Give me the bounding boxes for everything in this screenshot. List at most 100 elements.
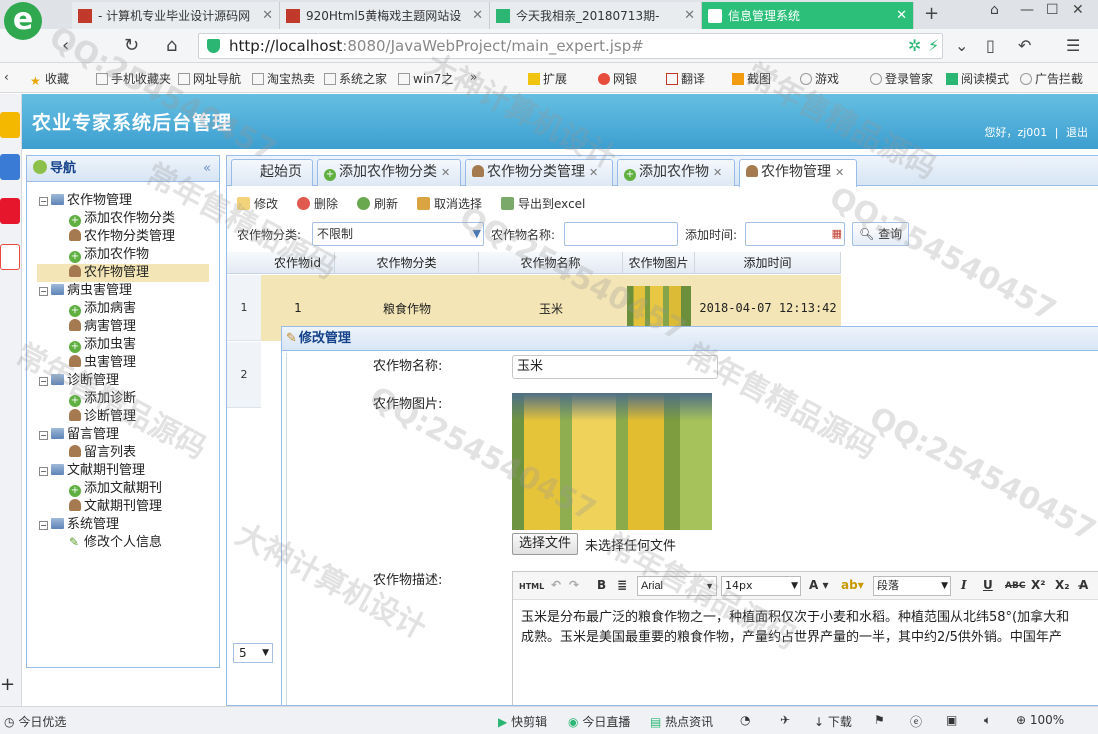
close-icon[interactable]: ✕ <box>835 166 844 179</box>
add-icon[interactable]: + <box>0 674 20 700</box>
tree-item-disease-manage[interactable]: 病害管理 <box>27 318 219 336</box>
phone-icon[interactable]: ▯ <box>986 36 995 55</box>
tree-group-literature[interactable]: − 文献期刊管理 <box>27 462 219 480</box>
live-button[interactable]: ◉ 今日直播 <box>568 713 630 730</box>
zoom-control[interactable]: ⊕ 100% <box>1016 713 1064 727</box>
speed-icon[interactable]: ◔ <box>740 713 750 727</box>
redo-icon[interactable]: ↷ <box>569 578 579 592</box>
font-size-select[interactable]: 14px ▼ <box>721 576 801 596</box>
close-icon[interactable]: ✕ <box>713 166 722 179</box>
weibo-icon[interactable] <box>0 198 20 224</box>
column-header-name[interactable]: 农作物名称 <box>479 252 623 274</box>
undo-icon[interactable]: ↶ <box>1018 36 1031 55</box>
minimize-icon[interactable]: — <box>1020 2 1034 18</box>
html-source-button[interactable]: HTML <box>519 582 544 591</box>
page-size-select[interactable]: 5 ▼ <box>233 643 273 663</box>
expander-icon[interactable]: − <box>39 431 48 440</box>
list-icon[interactable] <box>0 154 20 180</box>
collapse-panel-icon[interactable]: « <box>203 156 211 181</box>
favorites-item[interactable]: 网银 <box>598 70 637 87</box>
crop-name-input[interactable]: 玉米 <box>512 355 718 379</box>
close-icon[interactable]: ✕ <box>441 166 450 179</box>
rich-text-editor[interactable]: HTML ↶ ↷ B ≣ Arial ▼ 14px ▼ A ▾ ab▾ 段落 ▼ I … <box>512 571 1098 705</box>
star-icon[interactable] <box>0 112 20 138</box>
favorites-item[interactable]: win7之 <box>398 70 453 87</box>
favorites-item[interactable]: 淘宝热卖 <box>252 70 315 87</box>
delete-button[interactable]: 删除 <box>297 195 338 212</box>
volume-icon[interactable]: 🔈︎ <box>984 713 991 728</box>
favorites-item[interactable]: 游戏 <box>800 70 839 87</box>
new-tab-icon[interactable]: + <box>924 3 939 24</box>
tree-group-diagnosis[interactable]: − 诊断管理 <box>27 372 219 390</box>
back-icon[interactable]: ‹ <box>62 35 69 56</box>
browser-tab-1[interactable]: - 计算机专业毕业设计源码网 ✕ <box>72 2 280 29</box>
favorites-item[interactable]: ★ 收藏 <box>30 70 69 88</box>
clear-format-icon[interactable]: A̶ <box>1079 578 1088 592</box>
tab-add-crop-category[interactable]: + 添加农作物分类 ✕ <box>317 159 461 186</box>
tree-item-insect-manage[interactable]: 虫害管理 <box>27 354 219 372</box>
chevron-down-icon[interactable]: ⌄ <box>955 36 968 55</box>
speed-icon[interactable]: ✲ <box>908 36 921 55</box>
tree-item-add-crop[interactable]: + 添加农作物 <box>27 246 219 264</box>
search-button[interactable]: 🔍︎ 查询 <box>852 222 910 246</box>
favorites-item[interactable]: 系统之家 <box>324 70 387 87</box>
mail-icon[interactable] <box>0 244 20 270</box>
tree-group-pest[interactable]: − 病虫害管理 <box>27 282 219 300</box>
expander-icon[interactable]: − <box>39 521 48 530</box>
tree-item-crop-category-manage[interactable]: 农作物分类管理 <box>27 228 219 246</box>
unselect-button[interactable]: 取消选择 <box>417 195 482 212</box>
favorites-item[interactable]: 阅读模式 <box>946 70 1009 87</box>
column-header-image[interactable]: 农作物图片 <box>623 252 695 274</box>
browser-tab-3[interactable]: 今天我相亲_20180713期- ✕ <box>490 2 702 29</box>
browser-tab-2[interactable]: 920Html5黄梅戏主题网站设 ✕ <box>280 2 490 29</box>
menu-icon[interactable]: ☰ <box>1066 36 1080 55</box>
favorites-item[interactable]: 登录管家 <box>870 70 933 87</box>
font-color-button[interactable]: A ▾ <box>809 578 829 592</box>
home-icon[interactable]: ⌂ <box>166 35 177 56</box>
tab-crop-category-manage[interactable]: 农作物分类管理 ✕ <box>465 159 613 186</box>
name-search-input[interactable] <box>564 222 678 246</box>
undo-icon[interactable]: ↶ <box>551 578 561 592</box>
tree-item-diagnosis-manage[interactable]: 诊断管理 <box>27 408 219 426</box>
column-header-time[interactable]: 添加时间 <box>695 252 841 274</box>
export-excel-button[interactable]: 导出到excel <box>501 195 585 212</box>
flag-icon[interactable]: ⚑ <box>874 713 885 727</box>
expander-icon[interactable]: − <box>39 287 48 296</box>
tree-item-add-disease[interactable]: + 添加病害 <box>27 300 219 318</box>
subscript-button[interactable]: X₂ <box>1055 578 1070 592</box>
calendar-icon[interactable]: ▦ <box>832 223 842 245</box>
today-picks-button[interactable]: ◷ 今日优选 <box>4 713 66 730</box>
edit-button[interactable]: 修改 <box>237 195 278 212</box>
bold-button[interactable]: B <box>597 578 606 592</box>
time-date-input[interactable]: ▦ <box>745 222 845 246</box>
ie-icon[interactable]: ⓔ <box>910 713 922 730</box>
favorites-item[interactable]: 手机收藏夹 <box>96 70 171 87</box>
tree-item-crop-manage[interactable]: 农作物管理 <box>37 264 209 282</box>
expander-icon[interactable]: − <box>39 197 48 206</box>
tree-item-add-crop-category[interactable]: + 添加农作物分类 <box>27 210 219 228</box>
favorites-scroll-left-icon[interactable]: ‹ <box>4 70 9 84</box>
choose-file-button[interactable]: 选择文件 <box>512 533 579 555</box>
close-icon[interactable]: ✕ <box>896 8 907 23</box>
refresh-button[interactable]: 刷新 <box>357 195 398 212</box>
close-icon[interactable]: ✕ <box>684 8 695 23</box>
category-select[interactable]: 不限制 ▼ <box>312 222 484 246</box>
tree-item-literature-manage[interactable]: 文献期刊管理 <box>27 498 219 516</box>
tab-home[interactable]: 起始页 <box>231 159 313 186</box>
window-icon[interactable]: ▣ <box>946 713 957 727</box>
pin-icon[interactable]: ✈ <box>780 713 790 727</box>
superscript-button[interactable]: X² <box>1031 578 1046 592</box>
favorites-item[interactable]: 扩展 <box>528 70 567 87</box>
tree-item-message-list[interactable]: 留言列表 <box>27 444 219 462</box>
window-close-icon[interactable]: ✕ <box>1072 2 1084 18</box>
column-header-id[interactable]: 农作物id <box>261 252 335 274</box>
news-button[interactable]: ▤ 热点资讯 <box>650 713 713 730</box>
favorites-item[interactable]: 网址导航 <box>178 70 241 87</box>
column-header-category[interactable]: 农作物分类 <box>335 252 479 274</box>
tree-item-add-literature[interactable]: + 添加文献期刊 <box>27 480 219 498</box>
italic-button[interactable]: I <box>961 578 967 592</box>
editor-content[interactable]: 玉米是分布最广泛的粮食作物之一，种植面积仅次于小麦和水稻。种植范围从北纬58°(… <box>513 600 1098 656</box>
browser-tab-active[interactable]: 信息管理系统 ✕ <box>702 2 914 29</box>
shirt-skin-icon[interactable]: ⌂ <box>990 2 999 18</box>
tree-group-crop[interactable]: − 农作物管理 <box>27 192 219 210</box>
